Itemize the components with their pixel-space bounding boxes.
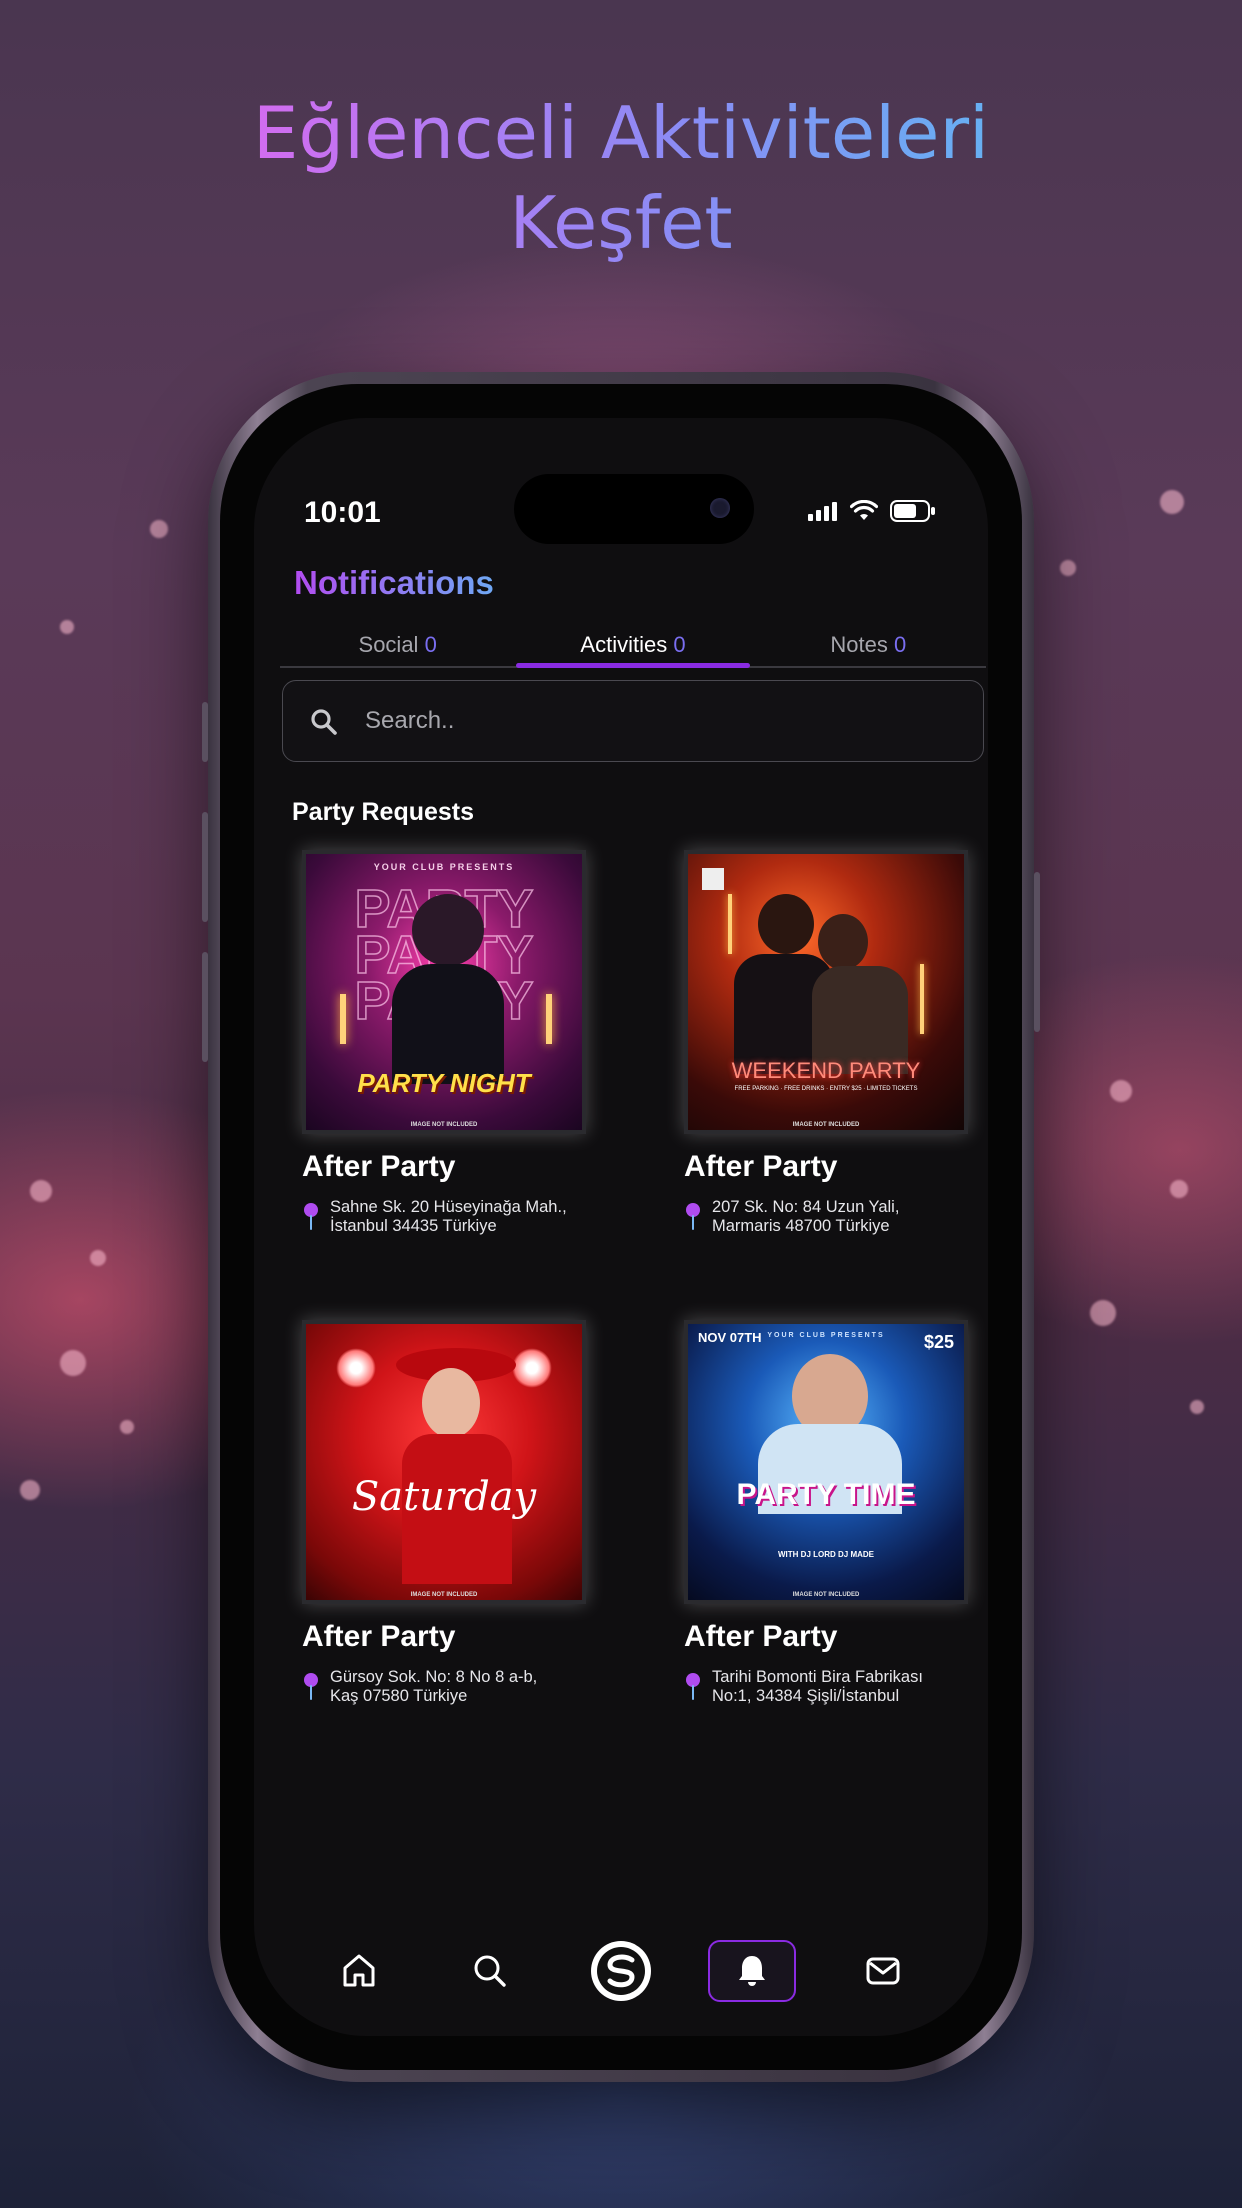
event-title: After Party <box>302 1150 456 1183</box>
tab-label: Activities <box>580 632 668 657</box>
dynamic-island <box>514 474 754 544</box>
home-icon <box>343 1954 375 1987</box>
phone-frame: 10:01 Notifications Social 0 Activities … <box>202 372 1040 2082</box>
tab-label: Notes <box>830 632 888 657</box>
tab-notes[interactable]: Notes 0 <box>751 628 986 676</box>
search-icon <box>311 709 337 735</box>
app-screen: 10:01 Notifications Social 0 Activities … <box>254 418 988 2036</box>
nav-home-logo[interactable] <box>577 1940 665 2002</box>
event-poster: WEEKEND PARTY FREE PARKING · FREE DRINKS… <box>684 850 968 1134</box>
event-address: Tarihi Bomonti Bira Fabrikası No:1, 3438… <box>684 1668 988 1706</box>
status-icons <box>808 500 936 522</box>
address-line-1: Sahne Sk. 20 Hüseyinağa Mah., <box>330 1198 567 1216</box>
nav-search[interactable] <box>446 1940 534 2002</box>
event-address: 207 Sk. No: 84 Uzun Yali, Marmaris 48700… <box>684 1198 988 1236</box>
nav-notifications[interactable] <box>707 1940 796 2002</box>
event-address: Sahne Sk. 20 Hüseyinağa Mah., İstanbul 3… <box>302 1198 628 1236</box>
address-line-1: Tarihi Bomonti Bira Fabrikası <box>712 1668 923 1686</box>
mail-icon <box>866 1957 900 1985</box>
address-line-1: Gürsoy Sok. No: 8 No 8 a-b, <box>330 1668 538 1686</box>
search-placeholder: Search.. <box>365 707 455 734</box>
event-card[interactable]: WEEKEND PARTY FREE PARKING · FREE DRINKS… <box>680 850 988 1236</box>
event-address: Gürsoy Sok. No: 8 No 8 a-b, Kaş 07580 Tü… <box>302 1668 628 1706</box>
headline-line-1: Eğlenceli Aktiviteleri <box>252 91 990 175</box>
address-line-2: Marmaris 48700 Türkiye <box>712 1217 890 1235</box>
event-title: After Party <box>684 1150 838 1183</box>
section-title: Party Requests <box>292 798 475 826</box>
event-card[interactable]: NOV 07TH $25 YOUR CLUB PRESENTS PARTY TI… <box>680 1320 988 1706</box>
event-poster: YOUR CLUB PRESENTS PARTYPARTYPARTY PARTY… <box>302 850 586 1134</box>
search-input[interactable]: Search.. <box>282 680 984 762</box>
headline-line-2: Keşfet <box>509 181 733 265</box>
page-title: Notifications <box>294 564 494 601</box>
nav-messages[interactable] <box>839 1940 927 2002</box>
search-icon <box>474 1955 506 1987</box>
event-card[interactable]: YOUR CLUB PRESENTS PARTYPARTYPARTY PARTY… <box>298 850 628 1236</box>
nav-home[interactable] <box>315 1940 403 2002</box>
battery-icon <box>890 500 935 522</box>
event-title: After Party <box>302 1620 456 1653</box>
address-line-2: Kaş 07580 Türkiye <box>330 1687 468 1705</box>
location-pin-icon <box>304 1673 318 1700</box>
location-pin-icon <box>686 1203 700 1230</box>
status-time: 10:01 <box>304 496 381 529</box>
active-tab-indicator <box>516 663 750 668</box>
logo-icon <box>590 1941 651 2001</box>
tab-count: 0 <box>673 632 686 657</box>
event-card[interactable]: Saturday IMAGE NOT INCLUDED After Party … <box>298 1320 628 1706</box>
tab-bar: Social 0 Activities 0 Notes 0 <box>280 628 986 676</box>
cellular-signal-icon <box>808 502 837 521</box>
tab-count: 0 <box>424 632 437 657</box>
promo-headline: Eğlenceli Aktiviteleri Keşfet <box>0 88 1242 268</box>
event-poster: NOV 07TH $25 YOUR CLUB PRESENTS PARTY TI… <box>684 1320 968 1604</box>
address-line-2: İstanbul 34435 Türkiye <box>330 1217 497 1235</box>
location-pin-icon <box>686 1673 700 1700</box>
wifi-icon <box>850 500 878 520</box>
tab-social[interactable]: Social 0 <box>280 628 515 676</box>
address-line-2: No:1, 34384 Şişli/İstanbul <box>712 1687 900 1705</box>
bell-icon <box>738 1956 765 1986</box>
tab-count: 0 <box>894 632 907 657</box>
bottom-nav <box>254 1906 988 2036</box>
tab-activities[interactable]: Activities 0 <box>515 628 750 676</box>
event-title: After Party <box>684 1620 838 1653</box>
address-line-1: 207 Sk. No: 84 Uzun Yali, <box>712 1198 900 1216</box>
location-pin-icon <box>304 1203 318 1230</box>
event-poster: Saturday IMAGE NOT INCLUDED <box>302 1320 586 1604</box>
tab-label: Social <box>358 632 419 657</box>
camera-icon <box>710 498 730 518</box>
